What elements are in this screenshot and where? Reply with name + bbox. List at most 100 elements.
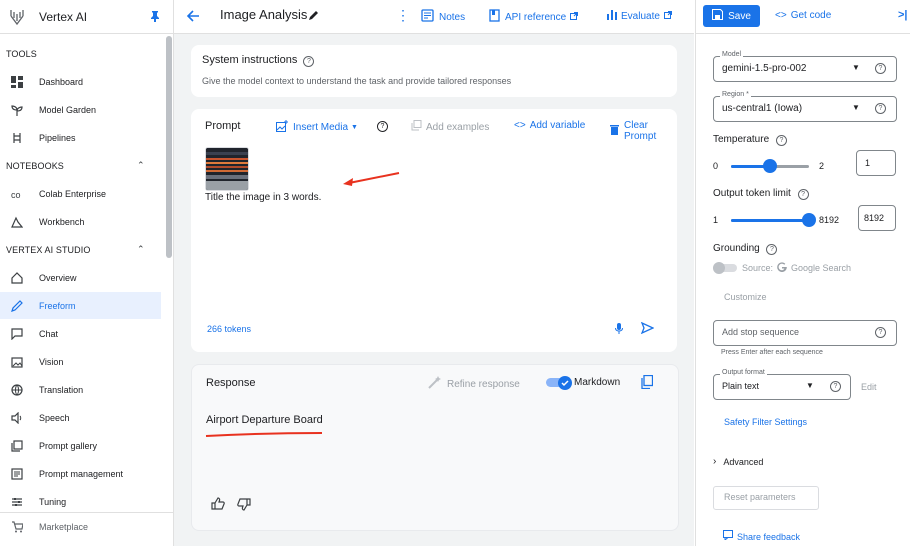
region-label: Region * [720, 91, 751, 98]
help-icon[interactable]: ? [875, 63, 886, 74]
api-reference-link[interactable]: API reference [489, 9, 579, 25]
main-area: Image Analysis ⋮ Notes API reference Eva… [174, 0, 694, 546]
sidebar-item-label: Overview [39, 272, 77, 283]
image-thumbnail[interactable] [205, 147, 249, 191]
sidebar-item-vision[interactable]: Vision [0, 348, 161, 375]
sidebar-item-prompt-gallery[interactable]: Prompt gallery [0, 432, 161, 459]
grounding-toggle [713, 262, 739, 274]
response-text: Airport Departure Board [206, 414, 323, 426]
sidebar-item-model-garden[interactable]: Model Garden [0, 96, 161, 123]
markdown-toggle[interactable] [546, 376, 572, 390]
chevron-up-icon[interactable]: ⌃ [137, 160, 145, 171]
sidebar-item-pipelines[interactable]: Pipelines [0, 124, 161, 151]
output-format-select[interactable]: Plain text ▼ ? [713, 374, 851, 400]
safety-filter-settings-link[interactable]: Safety Filter Settings [724, 417, 807, 427]
edit-pencil-icon[interactable] [308, 9, 320, 24]
microphone-icon[interactable] [615, 323, 623, 337]
sidebar-item-overview[interactable]: Overview [0, 264, 161, 291]
help-icon[interactable]: ? [875, 327, 886, 338]
section-tools: TOOLS [6, 49, 37, 59]
caret-down-icon: ▼ [852, 63, 860, 72]
clear-prompt-button[interactable]: Clear Prompt [610, 120, 677, 142]
sprout-icon [10, 103, 24, 117]
send-icon[interactable] [640, 321, 655, 337]
collapse-panel-icon[interactable]: >| [898, 9, 908, 21]
sidebar-item-freeform[interactable]: Freeform [0, 292, 161, 319]
sidebar-item-prompt-management[interactable]: Prompt management [0, 460, 161, 487]
get-code-button[interactable]: <> Get code [775, 10, 831, 21]
advanced-label: Advanced [723, 456, 764, 467]
system-instructions-title: System instructions ? [202, 54, 315, 67]
stop-sequence-input[interactable]: Add stop sequence ? [713, 320, 897, 346]
page-title[interactable]: Image Analysis [220, 7, 307, 22]
open-in-new-icon [663, 10, 672, 22]
magic-wand-icon [428, 376, 441, 392]
chevron-right-icon: › [713, 456, 717, 467]
help-icon[interactable]: ? [797, 189, 809, 200]
notes-button[interactable]: Notes [421, 9, 465, 25]
sidebar-item-label: Translation [39, 384, 84, 395]
help-icon[interactable]: ? [377, 121, 388, 132]
evaluate-link[interactable]: Evaluate [607, 9, 672, 23]
chevron-up-icon[interactable]: ⌃ [137, 244, 145, 255]
output-format-edit: Edit [861, 382, 877, 392]
evaluate-label: Evaluate [621, 10, 660, 22]
section-vertex-ai-studio: VERTEX AI STUDIO [6, 245, 91, 255]
sidebar-scrollbar[interactable] [166, 36, 172, 258]
workbench-icon [10, 215, 24, 229]
thumbs-down-icon[interactable] [237, 498, 251, 514]
temperature-slider-thumb[interactable] [763, 159, 777, 173]
add-variable-button[interactable]: <> Add variable [514, 120, 585, 131]
help-icon[interactable]: ? [775, 135, 787, 146]
advanced-expander[interactable]: › Advanced [713, 456, 763, 467]
temperature-label-row: Temperature ? [713, 134, 787, 146]
help-icon[interactable]: ? [766, 244, 778, 255]
help-icon[interactable]: ? [303, 56, 315, 67]
temperature-input[interactable]: 1 [856, 150, 896, 176]
back-arrow-icon[interactable] [186, 9, 200, 26]
pin-icon[interactable] [150, 10, 160, 25]
caret-down-icon: ▼ [852, 103, 860, 112]
sidebar-item-marketplace[interactable]: Marketplace [0, 513, 161, 540]
insert-media-button[interactable]: Insert Media ▼ [276, 120, 358, 135]
sidebar-item-colab-enterprise[interactable]: co Colab Enterprise [0, 180, 161, 207]
help-icon[interactable]: ? [875, 103, 886, 114]
save-button[interactable]: Save [703, 5, 760, 27]
model-select[interactable]: gemini-1.5-pro-002 ▼ ? [713, 56, 897, 82]
sidebar-item-label: Workbench [39, 216, 85, 227]
sidebar-item-label: Prompt management [39, 468, 124, 479]
get-code-label: Get code [790, 10, 832, 21]
prompt-card: Prompt Insert Media ▼ ? Add examples <> … [191, 109, 677, 352]
copy-icon[interactable] [641, 374, 654, 392]
output-limit-slider-thumb[interactable] [802, 213, 816, 227]
system-instructions-card[interactable]: System instructions ? Give the model con… [191, 45, 677, 97]
sidebar-item-label: Colab Enterprise [39, 188, 107, 199]
output-limit-label: Output token limit [713, 188, 791, 199]
sidebar-item-workbench[interactable]: Workbench [0, 208, 161, 235]
insert-media-label: Insert Media [293, 122, 349, 133]
sidebar-item-translation[interactable]: Translation [0, 376, 161, 403]
temperature-value: 1 [865, 158, 871, 168]
sidebar-item-label: Tuning [39, 496, 67, 507]
output-limit-min: 1 [713, 215, 719, 225]
temperature-min: 0 [713, 161, 719, 171]
thumbs-up-icon[interactable] [211, 497, 225, 513]
sidebar-item-chat[interactable]: Chat [0, 320, 161, 347]
help-icon[interactable]: ? [830, 381, 841, 392]
sidebar-item-label: Model Garden [39, 104, 97, 115]
check-icon [558, 376, 572, 390]
share-feedback-link[interactable]: Share feedback [723, 530, 800, 543]
trash-icon [610, 124, 619, 138]
pipelines-icon [10, 131, 24, 145]
prompt-text[interactable]: Title the image in 3 words. [205, 192, 321, 203]
region-select[interactable]: us-central1 (Iowa) ▼ ? [713, 96, 897, 122]
sidebar-item-dashboard[interactable]: Dashboard [0, 68, 161, 95]
sidebar-item-tuning[interactable]: Tuning [0, 488, 161, 515]
save-disk-icon [712, 9, 724, 23]
system-instructions-subtitle: Give the model context to understand the… [202, 76, 512, 86]
more-vert-icon[interactable]: ⋮ [396, 8, 410, 22]
output-limit-input[interactable]: 8192 [858, 205, 896, 231]
sidebar-item-speech[interactable]: Speech [0, 404, 161, 431]
caret-down-icon: ▼ [806, 381, 814, 390]
open-in-new-icon [570, 11, 579, 23]
